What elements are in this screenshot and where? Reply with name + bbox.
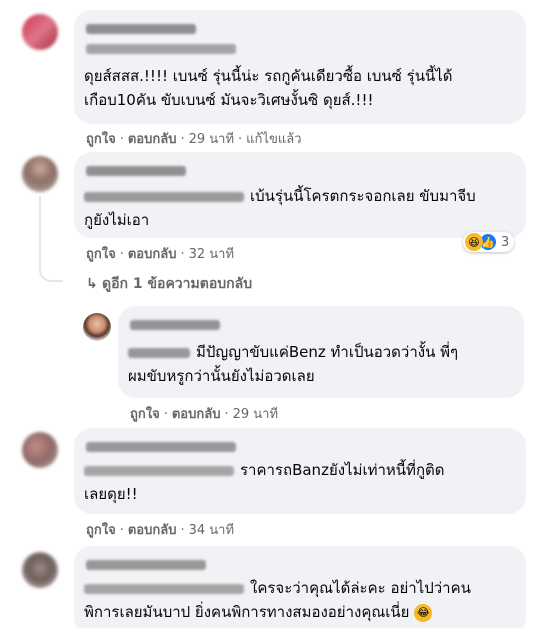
reaction-count: 3: [501, 234, 510, 250]
comment-text: เบ้นรุ่นนี้โครตกระจอกเลย ขับมาจีบ: [250, 187, 476, 205]
comment-actions: ถูกใจ · ตอบกลับ · 34 นาที: [86, 519, 234, 540]
comment-actions: ถูกใจ · ตอบกลับ · 29 นาที · แก้ไขแล้ว: [86, 128, 302, 149]
like-link[interactable]: ถูกใจ: [130, 407, 160, 422]
comment-text-line: ใครจะว่าคุณได้ล่ะคะ อย่าไปว่าคน: [84, 576, 471, 600]
like-link[interactable]: ถูกใจ: [86, 523, 116, 538]
laughing-emoji-icon: 😂: [414, 603, 433, 622]
reply-link[interactable]: ตอบกลับ: [172, 407, 221, 422]
timestamp[interactable]: 32 นาที: [189, 247, 234, 262]
comment-bubble: ใครจะว่าคุณได้ล่ะคะ อย่าไปว่าคน พิการเลย…: [74, 546, 526, 628]
comment-text: ใครจะว่าคุณได้ล่ะคะ อย่าไปว่าคน: [250, 579, 471, 597]
commenter-name[interactable]: [86, 24, 196, 34]
comment-text-line: กูยังไม่เอา: [84, 211, 150, 229]
comment-text-line: พิการเลยมันบาป ยิ่งคนพิการทางสมองอย่างคุ…: [84, 600, 433, 624]
reply-link[interactable]: ตอบกลับ: [128, 132, 177, 147]
commenter-name: [86, 44, 236, 54]
like-link[interactable]: ถูกใจ: [86, 247, 116, 262]
timestamp[interactable]: 29 นาที: [233, 407, 278, 422]
tagged-name[interactable]: [84, 191, 244, 202]
comment-bubble: เบ้นรุ่นนี้โครตกระจอกเลย ขับมาจีบ กูยังไ…: [74, 152, 526, 238]
separator-dot: ·: [119, 132, 124, 147]
separator-dot: ·: [224, 407, 229, 422]
thread-line: [39, 196, 41, 270]
view-more-label: ดูอีก 1 ข้อความตอบกลับ: [102, 276, 253, 292]
separator-dot: ·: [180, 523, 185, 538]
comment-actions: ถูกใจ · ตอบกลับ · 29 นาที: [130, 403, 278, 424]
comment-text-line: ผมขับหรูกว่านั้นยังไม่อวดเลย: [128, 367, 315, 385]
separator-dot: ·: [180, 132, 185, 147]
comment-text: มีปัญญาขับแค่Benz ทำเป็นอวดว่างั้น พี่ๆ: [196, 343, 459, 361]
comment-bubble: ดุยส์สสส.!!!! เบนซ์ รุ่นนี้น่ะ รถกูคันเด…: [74, 10, 526, 124]
timestamp[interactable]: 29 นาที: [189, 132, 234, 147]
reply-bubble: มีปัญญาขับแค่Benz ทำเป็นอวดว่างั้น พี่ๆ …: [118, 306, 524, 398]
separator-dot: ·: [163, 407, 168, 422]
commenter-avatar[interactable]: [22, 552, 58, 588]
tagged-name[interactable]: [84, 465, 234, 476]
tagged-name[interactable]: [128, 347, 190, 358]
commenter-avatar[interactable]: [22, 14, 58, 50]
edited-label: แก้ไขแล้ว: [246, 132, 302, 147]
reply-avatar[interactable]: [83, 313, 111, 341]
comment-text-line: เกือบ10คัน ขับเบนซ์ มันจะวิเศษงั้นซิ ดุย…: [84, 91, 374, 109]
comment-text-line: เบ้นรุ่นนี้โครตกระจอกเลย ขับมาจีบ: [84, 184, 476, 208]
timestamp[interactable]: 34 นาที: [189, 523, 234, 538]
comment-text: ราคารถBanzยังไม่เท่าหนี้ที่กูติด: [240, 461, 445, 479]
reply-link[interactable]: ตอบกลับ: [128, 523, 177, 538]
haha-icon: 😆: [465, 233, 483, 251]
comment-text-line: มีปัญญาขับแค่Benz ทำเป็นอวดว่างั้น พี่ๆ: [128, 340, 458, 364]
separator-dot: ·: [238, 132, 243, 147]
thread-curve: [39, 266, 63, 282]
reaction-summary[interactable]: 😆 👍 3: [463, 232, 515, 252]
comment-bubble: ราคารถBanzยังไม่เท่าหนี้ที่กูติด เลยดุย!…: [74, 428, 526, 514]
comment-text-line: ดุยส์สสส.!!!! เบนซ์ รุ่นนี้น่ะ รถกูคันเด…: [84, 67, 453, 85]
tagged-name[interactable]: [84, 583, 244, 594]
comment-text: พิการเลยมันบาป ยิ่งคนพิการทางสมองอย่างคุ…: [84, 603, 410, 621]
like-link[interactable]: ถูกใจ: [86, 132, 116, 147]
commenter-name[interactable]: [86, 560, 206, 570]
commenter-name[interactable]: [86, 166, 186, 176]
view-more-replies-link[interactable]: ↳ ดูอีก 1 ข้อความตอบกลับ: [86, 273, 252, 295]
commenter-avatar[interactable]: [22, 432, 58, 468]
reply-link[interactable]: ตอบกลับ: [128, 247, 177, 262]
separator-dot: ·: [119, 523, 124, 538]
reply-arrow-icon: ↳: [86, 276, 98, 292]
comment-text-line: เลยดุย!!: [84, 485, 138, 503]
commenter-avatar[interactable]: [22, 156, 58, 192]
comment-text-line: ราคารถBanzยังไม่เท่าหนี้ที่กูติด: [84, 458, 445, 482]
separator-dot: ·: [119, 247, 124, 262]
commenter-name[interactable]: [86, 442, 236, 452]
comment-actions: ถูกใจ · ตอบกลับ · 32 นาที: [86, 243, 234, 264]
separator-dot: ·: [180, 247, 185, 262]
commenter-name[interactable]: [130, 320, 220, 330]
